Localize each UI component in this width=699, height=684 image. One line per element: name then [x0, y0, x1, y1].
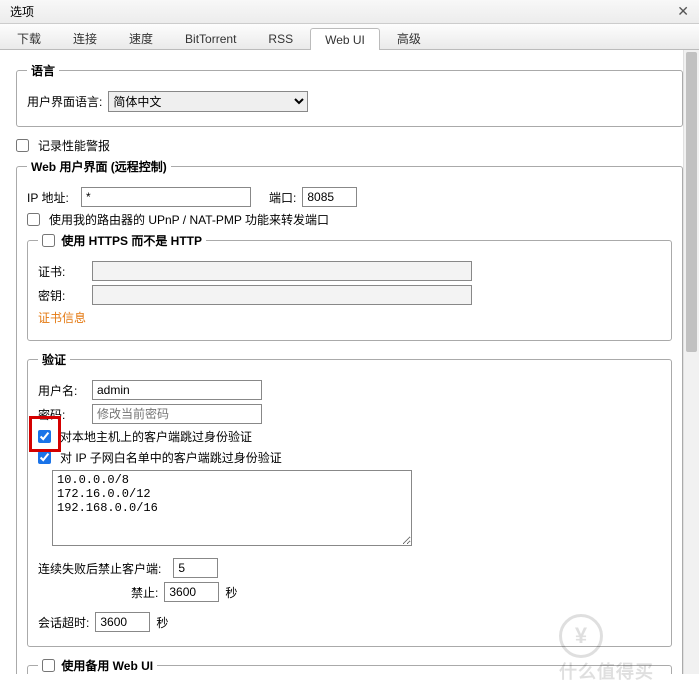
tab-advanced[interactable]: 高级 — [382, 27, 436, 49]
tab-download[interactable]: 下载 — [2, 27, 56, 49]
session-seconds-label: 秒 — [156, 614, 168, 631]
language-group: 语言 用户界面语言: 简体中文 — [16, 62, 683, 127]
bypass-whitelist-checkbox[interactable] — [38, 451, 51, 464]
cert-info-link[interactable]: 证书信息 — [38, 309, 86, 326]
session-label: 会话超时: — [38, 614, 89, 631]
ip-label: IP 地址: — [27, 189, 75, 206]
https-legend: 使用 HTTPS 而不是 HTTP — [38, 232, 206, 249]
maxfail-label: 连续失败后禁止客户端: — [38, 560, 161, 577]
https-legend-label[interactable]: 使用 HTTPS 而不是 HTTP — [61, 234, 202, 248]
tab-bar: 下载 连接 速度 BitTorrent RSS Web UI 高级 — [0, 24, 699, 50]
ban-seconds-label: 秒 — [225, 584, 237, 601]
maxfail-input[interactable] — [173, 558, 218, 578]
webui-group: Web 用户界面 (远程控制) IP 地址: 端口: 使用我的路由器的 UPnP… — [16, 158, 683, 674]
window-title: 选项 — [10, 3, 34, 20]
https-group: 使用 HTTPS 而不是 HTTP 证书: 密钥: 证书信息 — [27, 232, 672, 341]
upnp-label[interactable]: 使用我的路由器的 UPnP / NAT-PMP 功能来转发端口 — [49, 211, 329, 228]
perf-warn-checkbox[interactable] — [16, 139, 29, 152]
tab-webui[interactable]: Web UI — [310, 28, 380, 50]
perf-warn-label[interactable]: 记录性能警报 — [38, 137, 110, 154]
ip-input[interactable] — [81, 187, 251, 207]
webui-legend: Web 用户界面 (远程控制) — [27, 158, 171, 175]
vertical-scrollbar[interactable] — [683, 50, 699, 674]
bypass-local-label[interactable]: 对本地主机上的客户端跳过身份验证 — [60, 428, 252, 445]
cert-input — [92, 261, 472, 281]
language-legend: 语言 — [27, 62, 59, 79]
close-icon[interactable]: ✕ — [677, 3, 689, 20]
alt-webui-label[interactable]: 使用备用 Web UI — [61, 659, 153, 673]
ban-label: 禁止: — [131, 584, 158, 601]
port-input[interactable] — [302, 187, 357, 207]
port-label: 端口: — [269, 189, 296, 206]
auth-group: 验证 用户名: 密码: 对本地主机上的客户端跳过身份验证 对 IP 子网白名单中… — [27, 351, 672, 647]
bypass-whitelist-label[interactable]: 对 IP 子网白名单中的客户端跳过身份验证 — [60, 449, 282, 466]
language-select[interactable]: 简体中文 — [108, 91, 308, 112]
whitelist-textarea[interactable] — [52, 470, 412, 546]
bypass-local-checkbox[interactable] — [38, 430, 51, 443]
options-content: 语言 用户界面语言: 简体中文 记录性能警报 Web 用户界面 (远程控制) I… — [0, 50, 699, 674]
key-label: 密钥: — [38, 287, 86, 304]
alt-webui-legend: 使用备用 Web UI — [38, 657, 157, 674]
scrollbar-thumb[interactable] — [686, 52, 697, 352]
tab-connection[interactable]: 连接 — [58, 27, 112, 49]
password-input[interactable] — [92, 404, 262, 424]
window-titlebar: 选项 ✕ — [0, 0, 699, 24]
auth-legend: 验证 — [38, 351, 70, 368]
alt-webui-group: 使用备用 Web UI — [27, 657, 672, 674]
session-timeout-input[interactable] — [95, 612, 150, 632]
language-label: 用户界面语言: — [27, 93, 102, 110]
upnp-checkbox[interactable] — [27, 213, 40, 226]
tab-bittorrent[interactable]: BitTorrent — [170, 27, 251, 49]
username-label: 用户名: — [38, 382, 86, 399]
cert-label: 证书: — [38, 263, 86, 280]
tab-speed[interactable]: 速度 — [114, 27, 168, 49]
alt-webui-checkbox[interactable] — [42, 659, 55, 672]
key-input — [92, 285, 472, 305]
ban-duration-input[interactable] — [164, 582, 219, 602]
tab-rss[interactable]: RSS — [253, 27, 308, 49]
username-input[interactable] — [92, 380, 262, 400]
password-label: 密码: — [38, 406, 86, 423]
https-checkbox[interactable] — [42, 234, 55, 247]
